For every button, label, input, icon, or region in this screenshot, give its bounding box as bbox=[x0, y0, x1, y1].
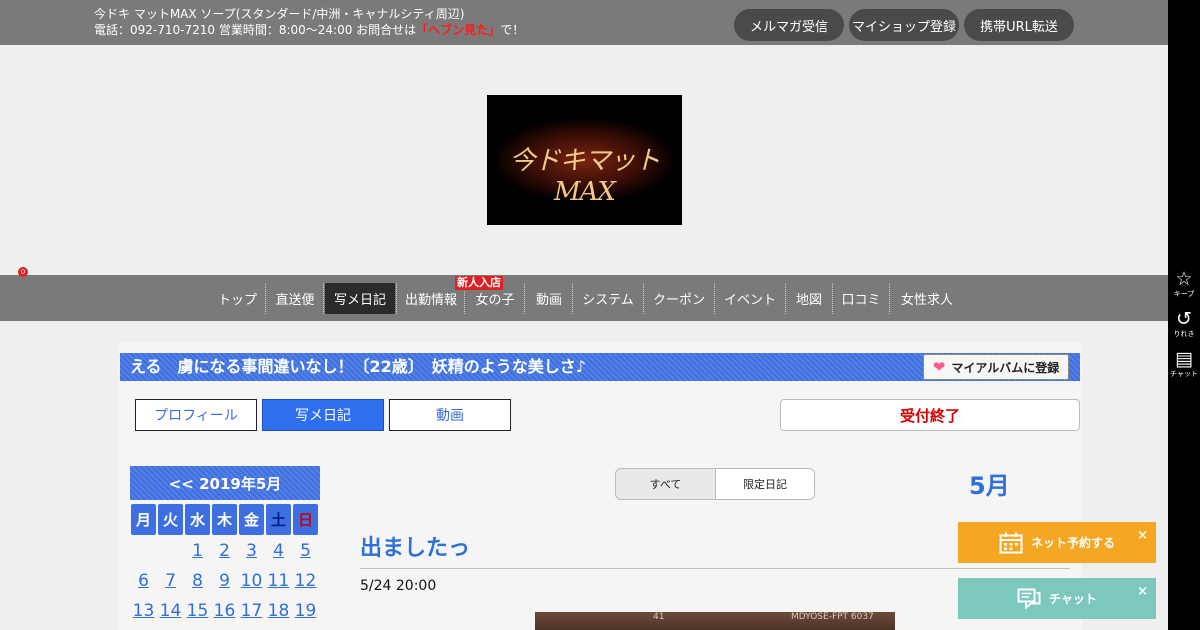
tab-photo-diary[interactable]: 写メ日記 bbox=[262, 399, 384, 431]
calendar-day[interactable]: 10 bbox=[238, 569, 265, 593]
calendar-day[interactable]: 18 bbox=[265, 599, 292, 623]
nav-coupon[interactable]: クーポン bbox=[645, 283, 713, 314]
weekday-wed: 水 bbox=[185, 504, 210, 535]
calendar-day[interactable]: 14 bbox=[157, 599, 184, 623]
nav-top[interactable]: トップ bbox=[210, 283, 265, 314]
weekday-sun: 日 bbox=[293, 504, 318, 535]
right-rail: ☆ キープ ↺ りれき ▤ チャット bbox=[1168, 0, 1200, 630]
rail-chat[interactable]: ▤ チャット bbox=[1168, 348, 1200, 379]
shop-line: 今ドキ マットMAX ソープ(スタンダード/中洲・キャナルシティ周辺) bbox=[94, 7, 465, 21]
rail-chat-label: チャット bbox=[1170, 370, 1198, 378]
top-bar: 今ドキ マットMAX ソープ(スタンダード/中洲・キャナルシティ周辺) 電話：0… bbox=[0, 0, 1168, 45]
calendar-day[interactable]: 6 bbox=[130, 569, 157, 593]
calendar-day[interactable]: 1 bbox=[184, 539, 211, 563]
mobile-url-button[interactable]: 携帯URL転送 bbox=[964, 9, 1074, 41]
chat-label: チャット bbox=[1049, 592, 1097, 606]
post-photo[interactable]: 41 MDYOSE-FPT 6037 bbox=[535, 612, 895, 630]
nav-divider bbox=[643, 283, 644, 314]
filter-limited[interactable]: 限定日記 bbox=[715, 468, 815, 500]
nav-system[interactable]: システム bbox=[574, 283, 642, 314]
nav-direct[interactable]: 直送便 bbox=[267, 283, 323, 314]
calendar-day[interactable]: 3 bbox=[238, 539, 265, 563]
weekday-fri: 金 bbox=[239, 504, 264, 535]
photo-text-left: 41 bbox=[653, 612, 665, 622]
calendar-day[interactable]: 5 bbox=[292, 539, 319, 563]
post-datetime: 5/24 20:00 bbox=[360, 578, 437, 594]
calendar-day[interactable]: 11 bbox=[265, 569, 292, 593]
calendar-icon bbox=[999, 532, 1023, 553]
nav-divider bbox=[572, 283, 573, 314]
contact-suffix: で！ bbox=[500, 23, 525, 37]
nav-recruit[interactable]: 女性求人 bbox=[891, 283, 963, 314]
weekday-tue: 火 bbox=[158, 504, 183, 535]
tab-video[interactable]: 動画 bbox=[389, 399, 511, 431]
calendar-day[interactable]: 9 bbox=[211, 569, 238, 593]
calendar-day[interactable]: 7 bbox=[157, 569, 184, 593]
weekday-thu: 木 bbox=[212, 504, 237, 535]
tab-profile[interactable]: プロフィール bbox=[135, 399, 257, 431]
shop-logo[interactable]: 今ドキマットMAX bbox=[487, 95, 682, 225]
calendar-day[interactable]: 8 bbox=[184, 569, 211, 593]
nav-divider bbox=[714, 283, 715, 314]
main-nav: トップ 直送便 写メ日記 出勤情報 女の子 動画 システム クーポン イベント … bbox=[0, 275, 1168, 321]
nav-reviews[interactable]: 口コミ bbox=[834, 283, 888, 314]
calendar-day[interactable]: 2 bbox=[211, 539, 238, 563]
post-title[interactable]: 出ましたっ bbox=[360, 530, 470, 562]
chat-widget[interactable]: チャット × bbox=[958, 578, 1156, 619]
calendar-day[interactable]: 13 bbox=[130, 599, 157, 623]
chat-bubble-icon bbox=[1017, 588, 1041, 610]
calendar-day[interactable]: 12 bbox=[292, 569, 319, 593]
my-shop-button[interactable]: マイショップ登録 bbox=[849, 9, 959, 41]
heart-icon: ❤ bbox=[932, 358, 946, 376]
add-album-label: マイアルバムに登録 bbox=[951, 360, 1060, 375]
newsletter-button[interactable]: メルマガ受信 bbox=[734, 9, 844, 41]
filter-all[interactable]: すべて bbox=[615, 468, 716, 500]
history-icon: ↺ bbox=[1176, 308, 1192, 330]
rail-keep-label: キープ bbox=[1173, 290, 1195, 298]
calendar-day[interactable]: 17 bbox=[238, 599, 265, 623]
contact-highlight: 「ヘブン見た」 bbox=[416, 23, 501, 37]
reserve-label: ネット予約する bbox=[1030, 536, 1115, 550]
month-label: 5月 bbox=[969, 472, 1010, 500]
close-reserve-icon[interactable]: × bbox=[1137, 528, 1148, 543]
weekday-mon: 月 bbox=[131, 504, 156, 535]
calendar-day[interactable]: 4 bbox=[265, 539, 292, 563]
calendar-prev-month[interactable]: << 2019年5月 bbox=[130, 466, 320, 500]
status-badge: 受付終了 bbox=[780, 399, 1080, 431]
nav-divider bbox=[265, 283, 266, 314]
contact-prefix: 電話：092-710-7210 営業時間：8:00～24:00 お問合せは bbox=[94, 23, 417, 37]
logo-area: 今ドキマットMAX bbox=[0, 45, 1168, 275]
nav-event[interactable]: イベント bbox=[716, 283, 784, 314]
nav-divider bbox=[889, 283, 890, 314]
nav-divider bbox=[785, 283, 786, 314]
rail-keep[interactable]: ☆ キープ bbox=[1168, 268, 1200, 299]
shop-info: 今ドキ マットMAX ソープ(スタンダード/中洲・キャナルシティ周辺) 電話：0… bbox=[94, 6, 524, 38]
weekday-sat: 土 bbox=[266, 504, 291, 535]
post-divider bbox=[360, 568, 1070, 569]
nav-video[interactable]: 動画 bbox=[526, 283, 572, 314]
photo-text-right: MDYOSE-FPT 6037 bbox=[791, 612, 874, 622]
calendar-day[interactable]: 19 bbox=[292, 599, 319, 623]
calendar-day[interactable]: 15 bbox=[184, 599, 211, 623]
reserve-widget[interactable]: ネット予約する × bbox=[958, 522, 1156, 563]
nav-divider bbox=[832, 283, 833, 314]
contact-line: 電話：092-710-7210 営業時間：8:00～24:00 お問合せは「ヘブ… bbox=[94, 22, 524, 38]
nav-map[interactable]: 地図 bbox=[787, 283, 831, 314]
new-badge: 新人入店 bbox=[455, 276, 503, 290]
nav-divider bbox=[323, 283, 324, 314]
rail-history-label: りれき bbox=[1173, 330, 1195, 338]
logo-text: 今ドキマットMAX bbox=[509, 146, 660, 207]
chat-icon: ▤ bbox=[1175, 348, 1193, 370]
rail-history[interactable]: ↺ りれき bbox=[1168, 308, 1200, 339]
add-album-button[interactable]: ❤ マイアルバムに登録 bbox=[923, 354, 1069, 380]
close-chat-icon[interactable]: × bbox=[1137, 584, 1148, 599]
star-icon: ☆ bbox=[1175, 268, 1193, 290]
calendar-day[interactable]: 16 bbox=[211, 599, 238, 623]
nav-divider bbox=[396, 283, 397, 314]
nav-divider bbox=[524, 283, 525, 314]
keep-count-badge: 0 bbox=[18, 267, 28, 277]
nav-photo-diary[interactable]: 写メ日記 bbox=[325, 283, 395, 314]
